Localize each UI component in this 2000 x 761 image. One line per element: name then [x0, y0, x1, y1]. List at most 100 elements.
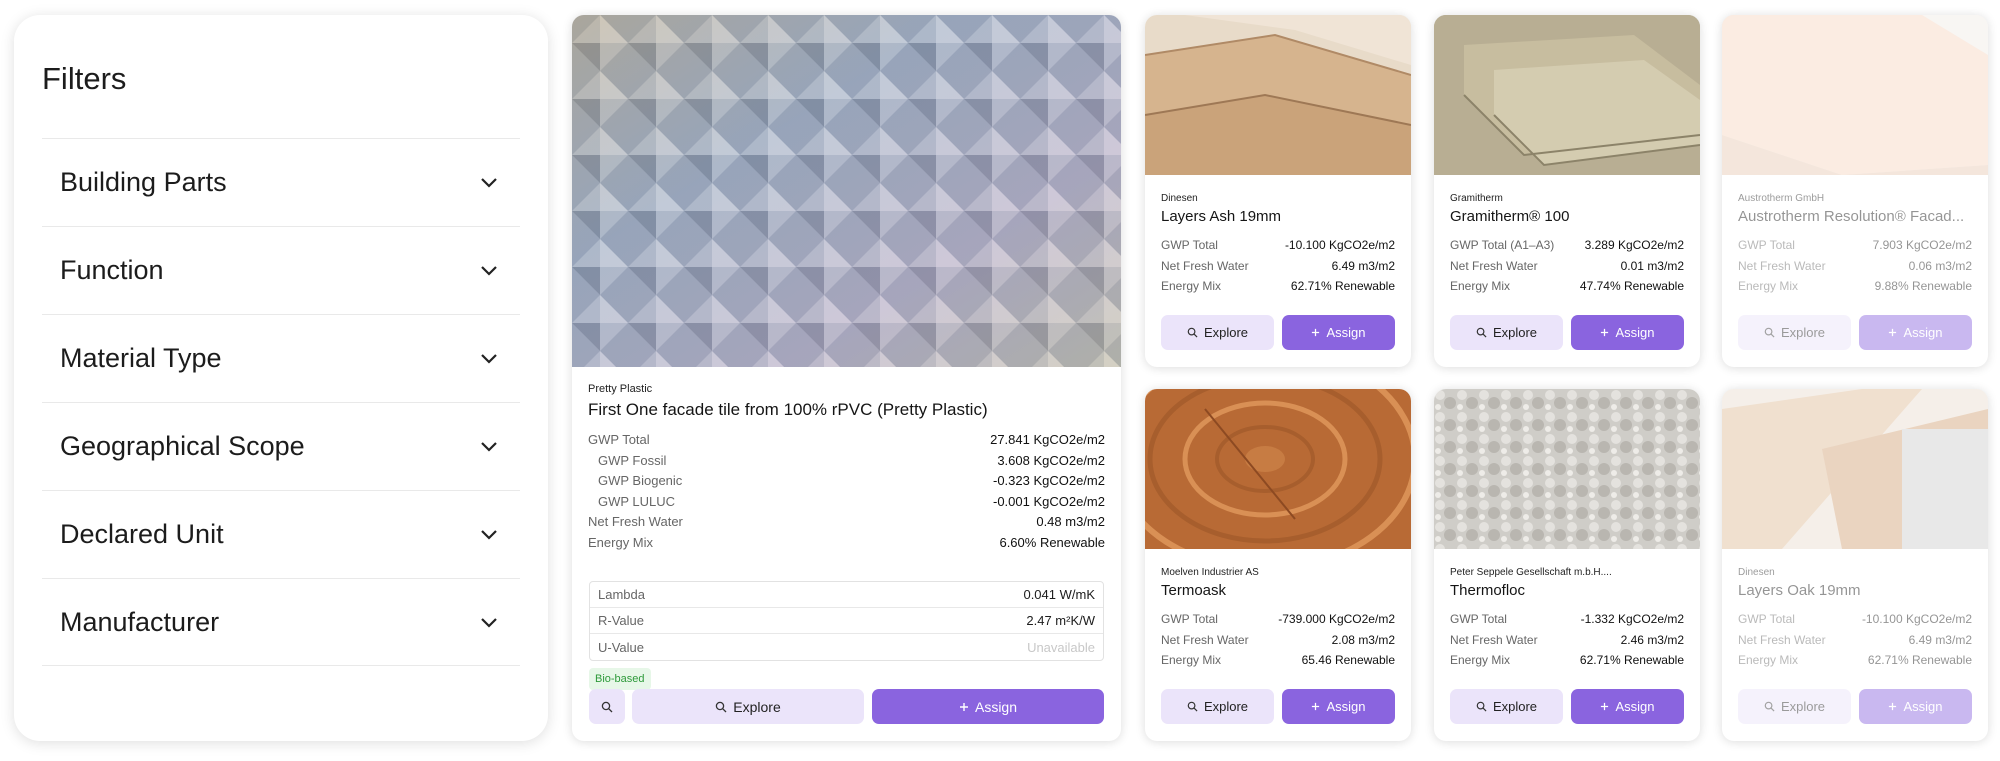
bio-based-badge: Bio-based	[589, 668, 651, 690]
product-image-facade-tiles	[572, 15, 1121, 367]
material-card[interactable]: Moelven Industrier AS Termoask GWP Total…	[1145, 389, 1411, 741]
explore-label: Explore	[1492, 325, 1538, 340]
material-card-faded[interactable]: Dinesen Layers Oak 19mm GWP Total -10.100…	[1722, 389, 1988, 741]
explore-button[interactable]: Explore	[632, 689, 864, 724]
metric-label: GWP Total	[1161, 612, 1218, 626]
metric-label: Energy Mix	[1450, 279, 1511, 294]
metric-row: Energy Mix 62.71% Renewable	[1161, 276, 1395, 297]
metric-value: 65.46 Renewable	[1301, 653, 1395, 668]
assign-label: Assign	[1326, 325, 1366, 340]
metric-label: GWP LULUC	[598, 493, 676, 509]
metric-value: 3.608 KgCO2e/m2	[997, 452, 1105, 468]
metric-row: Energy Mix 9.88% Renewable	[1738, 276, 1972, 297]
filter-function[interactable]: Function	[42, 226, 520, 314]
assign-label: Assign	[1615, 325, 1655, 340]
search-icon	[716, 701, 727, 712]
explore-button[interactable]: Explore	[1161, 315, 1274, 350]
assign-label: Assign	[974, 698, 1018, 715]
explore-label: Explore	[1780, 325, 1826, 340]
metric-value: 62.71% Renewable	[1579, 653, 1684, 668]
metric-value: -739.000 KgCO2e/m2	[1278, 612, 1395, 626]
metric-row: Net Fresh Water 0.06 m3/m2	[1738, 256, 1972, 277]
metric-row: Energy Mix 62.71% Renewable	[1738, 650, 1972, 671]
metric-row: Net Fresh Water 6.49 m3/m2	[1738, 630, 1972, 651]
filter-manufacturer[interactable]: Manufacturer	[42, 578, 520, 666]
metric-value: 2.08 m3/m2	[1331, 632, 1395, 647]
assign-button[interactable]: Assign	[1859, 689, 1972, 724]
filters-title: Filters	[42, 61, 127, 96]
metric-value: 7.903 KgCO2e/m2	[1872, 238, 1972, 252]
filter-building-parts[interactable]: Building Parts	[42, 138, 520, 226]
explore-label: Explore	[1203, 325, 1249, 340]
metric-row: Net Fresh Water 0.48 m3/m2	[588, 512, 1105, 533]
metric-label: Energy Mix	[1450, 653, 1511, 668]
filters-panel: Filters Building Parts Function Material…	[14, 15, 548, 741]
product-title: Termoask	[1161, 582, 1227, 599]
explore-button[interactable]: Explore	[1738, 315, 1851, 350]
assign-label: Assign	[1326, 699, 1366, 714]
chevron-down-icon	[481, 353, 497, 364]
metric-value: 3.289 KgCO2e/m2	[1584, 238, 1684, 252]
assign-button[interactable]: Assign	[1282, 689, 1395, 724]
quick-search-button[interactable]	[589, 689, 625, 724]
metric-value: 0.48 m3/m2	[1036, 514, 1105, 530]
metric-value: -10.100 KgCO2e/m2	[1284, 238, 1395, 252]
metric-label: Net Fresh Water	[588, 514, 683, 530]
material-card-featured[interactable]: Pretty Plastic First One facade tile fro…	[572, 15, 1121, 741]
explore-button[interactable]: Explore	[1450, 315, 1563, 350]
plus-icon	[959, 702, 968, 711]
metric-value: 47.74% Renewable	[1579, 279, 1684, 294]
metric-label: Energy Mix	[1161, 279, 1222, 294]
chevron-down-icon	[481, 617, 497, 628]
filter-label: Building Parts	[60, 167, 227, 197]
metric-row: Energy Mix 47.74% Renewable	[1450, 276, 1684, 297]
metric-label: Energy Mix	[1738, 279, 1799, 294]
metric-row: Energy Mix 6.60% Renewable	[588, 533, 1105, 554]
metric-row: GWP Total -1.332 KgCO2e/m2	[1450, 609, 1684, 630]
manufacturer-name: Dinesen	[1161, 193, 1198, 204]
filter-divider	[42, 665, 520, 666]
filter-label: Geographical Scope	[60, 431, 305, 461]
product-image-thermofloc-fibers	[1434, 389, 1700, 549]
assign-button[interactable]: Assign	[1571, 315, 1684, 350]
assign-button[interactable]: Assign	[872, 689, 1104, 724]
assign-label: Assign	[1615, 699, 1655, 714]
manufacturer-name: Gramitherm	[1450, 193, 1503, 204]
explore-label: Explore	[1780, 699, 1826, 714]
explore-button[interactable]: Explore	[1450, 689, 1563, 724]
metric-value: -0.001 KgCO2e/m2	[992, 493, 1105, 509]
plus-icon	[1312, 702, 1320, 711]
manufacturer-name: Austrotherm GmbH	[1738, 193, 1825, 204]
plus-icon	[1601, 702, 1609, 711]
product-image-ash-boards	[1145, 15, 1411, 175]
property-row: R-Value 2.47 m²K/W	[590, 608, 1103, 634]
metric-value: 62.71% Renewable	[1290, 279, 1395, 294]
property-value: 2.47 m²K/W	[1026, 613, 1095, 628]
metric-row: Net Fresh Water 2.46 m3/m2	[1450, 630, 1684, 651]
filter-geographical-scope[interactable]: Geographical Scope	[42, 402, 520, 490]
explore-button[interactable]: Explore	[1738, 689, 1851, 724]
explore-button[interactable]: Explore	[1161, 689, 1274, 724]
metric-label: GWP Total (A1–A3)	[1450, 238, 1555, 252]
product-image-termoask-wood	[1145, 389, 1411, 549]
product-image-oak-boards	[1722, 389, 1988, 549]
material-card-faded[interactable]: Austrotherm GmbH Austrotherm Resolution®…	[1722, 15, 1988, 367]
search-icon	[1187, 701, 1198, 712]
filter-material-type[interactable]: Material Type	[42, 314, 520, 402]
assign-button[interactable]: Assign	[1571, 689, 1684, 724]
metric-label: GWP Total	[1738, 238, 1795, 252]
search-icon	[1764, 701, 1775, 712]
metric-label: GWP Fossil	[598, 452, 667, 468]
metric-label: GWP Total	[1161, 238, 1218, 252]
metric-value: 27.841 KgCO2e/m2	[990, 432, 1105, 447]
material-card[interactable]: Gramitherm Gramitherm® 100 GWP Total (A1…	[1434, 15, 1700, 367]
assign-button[interactable]: Assign	[1859, 315, 1972, 350]
property-row: Lambda 0.041 W/mK	[590, 582, 1103, 608]
assign-button[interactable]: Assign	[1282, 315, 1395, 350]
filter-declared-unit[interactable]: Declared Unit	[42, 490, 520, 578]
material-card[interactable]: Peter Seppele Gesellschaft m.b.H.... The…	[1434, 389, 1700, 741]
search-icon	[1187, 327, 1198, 338]
explore-label: Explore	[1492, 699, 1538, 714]
metric-label: Energy Mix	[588, 534, 654, 550]
material-card[interactable]: Dinesen Layers Ash 19mm GWP Total -10.100…	[1145, 15, 1411, 367]
